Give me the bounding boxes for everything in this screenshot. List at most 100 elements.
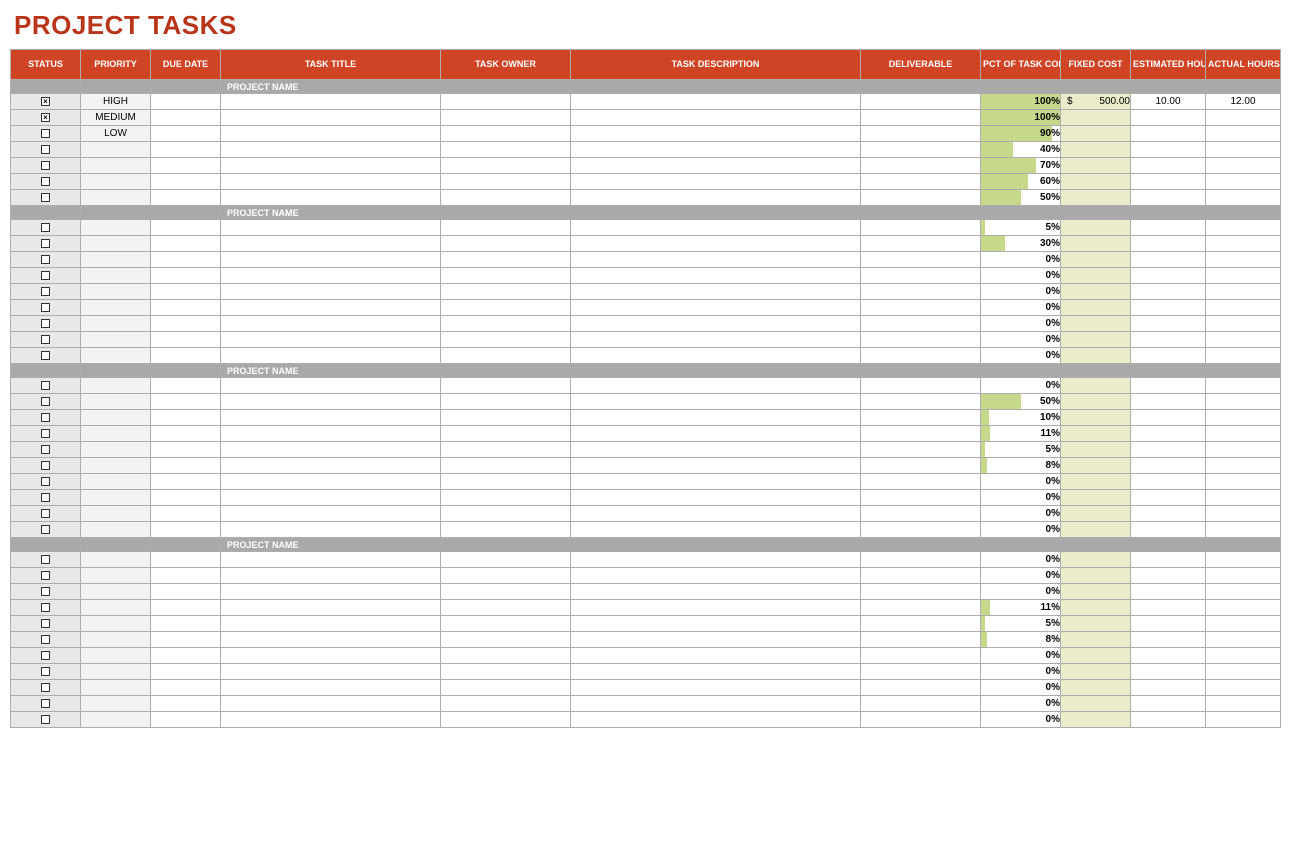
estimated-hours-cell[interactable] — [1131, 600, 1206, 616]
status-cell[interactable] — [11, 158, 81, 174]
pct-complete-cell[interactable]: 0% — [981, 490, 1061, 506]
fixed-cost-cell[interactable] — [1061, 616, 1131, 632]
task-description-cell[interactable] — [571, 664, 861, 680]
estimated-hours-cell[interactable] — [1131, 506, 1206, 522]
priority-cell[interactable] — [81, 600, 151, 616]
task-description-cell[interactable] — [571, 552, 861, 568]
task-owner-cell[interactable] — [441, 410, 571, 426]
pct-complete-cell[interactable]: 100% — [981, 94, 1061, 110]
status-cell[interactable] — [11, 458, 81, 474]
priority-cell[interactable] — [81, 522, 151, 538]
priority-cell[interactable] — [81, 236, 151, 252]
due-date-cell[interactable] — [151, 378, 221, 394]
task-description-cell[interactable] — [571, 348, 861, 364]
due-date-cell[interactable] — [151, 190, 221, 206]
task-owner-cell[interactable] — [441, 458, 571, 474]
estimated-hours-cell[interactable] — [1131, 110, 1206, 126]
checkbox-icon[interactable] — [41, 239, 50, 248]
task-title-cell[interactable] — [221, 632, 441, 648]
checkbox-icon[interactable] — [41, 413, 50, 422]
estimated-hours-cell[interactable] — [1131, 584, 1206, 600]
priority-cell[interactable] — [81, 442, 151, 458]
priority-cell[interactable] — [81, 648, 151, 664]
due-date-cell[interactable] — [151, 158, 221, 174]
deliverable-cell[interactable] — [861, 316, 981, 332]
due-date-cell[interactable] — [151, 332, 221, 348]
deliverable-cell[interactable] — [861, 190, 981, 206]
actual-hours-cell[interactable] — [1206, 410, 1281, 426]
task-owner-cell[interactable] — [441, 680, 571, 696]
priority-cell[interactable] — [81, 616, 151, 632]
task-description-cell[interactable] — [571, 378, 861, 394]
checkbox-icon[interactable] — [41, 699, 50, 708]
priority-cell[interactable] — [81, 474, 151, 490]
priority-cell[interactable] — [81, 696, 151, 712]
task-description-cell[interactable] — [571, 94, 861, 110]
checkbox-icon[interactable] — [41, 445, 50, 454]
checkbox-icon[interactable] — [41, 651, 50, 660]
fixed-cost-cell[interactable] — [1061, 426, 1131, 442]
actual-hours-cell[interactable] — [1206, 442, 1281, 458]
deliverable-cell[interactable] — [861, 378, 981, 394]
priority-cell[interactable] — [81, 712, 151, 728]
deliverable-cell[interactable] — [861, 174, 981, 190]
priority-cell[interactable]: HIGH — [81, 94, 151, 110]
priority-cell[interactable] — [81, 490, 151, 506]
priority-cell[interactable] — [81, 552, 151, 568]
deliverable-cell[interactable] — [861, 220, 981, 236]
deliverable-cell[interactable] — [861, 236, 981, 252]
actual-hours-cell[interactable] — [1206, 252, 1281, 268]
fixed-cost-cell[interactable] — [1061, 664, 1131, 680]
task-owner-cell[interactable] — [441, 220, 571, 236]
estimated-hours-cell[interactable] — [1131, 552, 1206, 568]
task-owner-cell[interactable] — [441, 378, 571, 394]
fixed-cost-cell[interactable] — [1061, 600, 1131, 616]
task-title-cell[interactable] — [221, 474, 441, 490]
priority-cell[interactable] — [81, 284, 151, 300]
task-description-cell[interactable] — [571, 506, 861, 522]
estimated-hours-cell[interactable] — [1131, 158, 1206, 174]
pct-complete-cell[interactable]: 10% — [981, 410, 1061, 426]
task-title-cell[interactable] — [221, 648, 441, 664]
status-cell[interactable] — [11, 236, 81, 252]
checkbox-icon[interactable] — [41, 715, 50, 724]
actual-hours-cell[interactable] — [1206, 284, 1281, 300]
actual-hours-cell[interactable] — [1206, 712, 1281, 728]
status-cell[interactable] — [11, 348, 81, 364]
pct-complete-cell[interactable]: 0% — [981, 552, 1061, 568]
due-date-cell[interactable] — [151, 506, 221, 522]
actual-hours-cell[interactable] — [1206, 316, 1281, 332]
estimated-hours-cell[interactable] — [1131, 680, 1206, 696]
actual-hours-cell[interactable] — [1206, 158, 1281, 174]
status-cell[interactable] — [11, 632, 81, 648]
due-date-cell[interactable] — [151, 632, 221, 648]
priority-cell[interactable] — [81, 268, 151, 284]
task-description-cell[interactable] — [571, 142, 861, 158]
fixed-cost-cell[interactable] — [1061, 300, 1131, 316]
due-date-cell[interactable] — [151, 220, 221, 236]
priority-cell[interactable] — [81, 316, 151, 332]
pct-complete-cell[interactable]: 0% — [981, 348, 1061, 364]
status-cell[interactable] — [11, 680, 81, 696]
estimated-hours-cell[interactable] — [1131, 522, 1206, 538]
task-description-cell[interactable] — [571, 220, 861, 236]
estimated-hours-cell[interactable] — [1131, 316, 1206, 332]
task-description-cell[interactable] — [571, 680, 861, 696]
task-owner-cell[interactable] — [441, 568, 571, 584]
task-description-cell[interactable] — [571, 584, 861, 600]
fixed-cost-cell[interactable] — [1061, 284, 1131, 300]
task-owner-cell[interactable] — [441, 490, 571, 506]
task-title-cell[interactable] — [221, 236, 441, 252]
status-cell[interactable] — [11, 126, 81, 142]
estimated-hours-cell[interactable] — [1131, 332, 1206, 348]
checkbox-icon[interactable] — [41, 271, 50, 280]
status-cell[interactable] — [11, 648, 81, 664]
priority-cell[interactable] — [81, 348, 151, 364]
priority-cell[interactable] — [81, 190, 151, 206]
actual-hours-cell[interactable] — [1206, 522, 1281, 538]
deliverable-cell[interactable] — [861, 94, 981, 110]
actual-hours-cell[interactable] — [1206, 394, 1281, 410]
actual-hours-cell[interactable]: 12.00 — [1206, 94, 1281, 110]
task-description-cell[interactable] — [571, 410, 861, 426]
actual-hours-cell[interactable] — [1206, 568, 1281, 584]
